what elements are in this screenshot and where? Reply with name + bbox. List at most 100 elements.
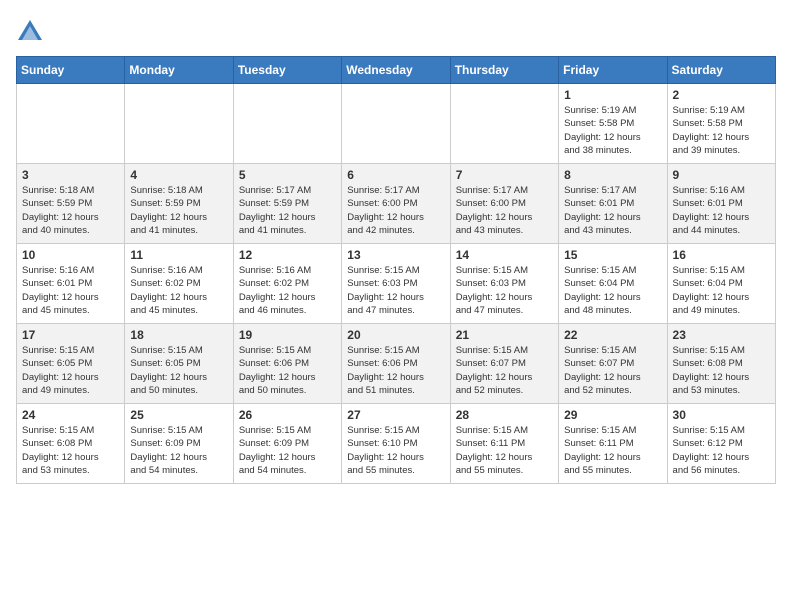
day-number: 10 [22, 248, 119, 262]
calendar-cell: 19 Sunrise: 5:15 AM Sunset: 6:06 PM Dayli… [233, 324, 341, 404]
day-number: 13 [347, 248, 444, 262]
day-info: Sunrise: 5:16 AM Sunset: 6:02 PM Dayligh… [130, 264, 227, 317]
day-info: Sunrise: 5:17 AM Sunset: 6:01 PM Dayligh… [564, 184, 661, 237]
calendar-cell: 20 Sunrise: 5:15 AM Sunset: 6:06 PM Dayli… [342, 324, 450, 404]
calendar-week-5: 24Sunrise: 5:15 AM Sunset: 6:08 PM Dayli… [17, 404, 776, 484]
calendar-cell: 13 Sunrise: 5:15 AM Sunset: 6:03 PM Dayli… [342, 244, 450, 324]
calendar-cell [450, 84, 558, 164]
day-number: 28 [456, 408, 553, 422]
day-info: Sunrise: 5:15 AM Sunset: 6:07 PM Dayligh… [456, 344, 553, 397]
day-info: Sunrise: 5:15 AM Sunset: 6:09 PM Dayligh… [239, 424, 336, 477]
day-number: 26 [239, 408, 336, 422]
day-number: 7 [456, 168, 553, 182]
day-number: 15 [564, 248, 661, 262]
day-info: Sunrise: 5:15 AM Sunset: 6:05 PM Dayligh… [22, 344, 119, 397]
day-info: Sunrise: 5:18 AM Sunset: 5:59 PM Dayligh… [130, 184, 227, 237]
calendar-cell [17, 84, 125, 164]
calendar-cell: 26 Sunrise: 5:15 AM Sunset: 6:09 PM Dayli… [233, 404, 341, 484]
calendar-body: 1 Sunrise: 5:19 AM Sunset: 5:58 PM Daylig… [17, 84, 776, 484]
calendar-week-2: 3Sunrise: 5:18 AM Sunset: 5:59 PM Daylig… [17, 164, 776, 244]
day-number: 24 [22, 408, 119, 422]
day-number: 17 [22, 328, 119, 342]
day-info: Sunrise: 5:15 AM Sunset: 6:03 PM Dayligh… [347, 264, 444, 317]
calendar-cell: 22 Sunrise: 5:15 AM Sunset: 6:07 PM Dayli… [559, 324, 667, 404]
calendar-cell: 15Sunrise: 5:15 AM Sunset: 6:04 PM Dayli… [559, 244, 667, 324]
day-info: Sunrise: 5:15 AM Sunset: 6:11 PM Dayligh… [456, 424, 553, 477]
day-number: 16 [673, 248, 770, 262]
day-info: Sunrise: 5:15 AM Sunset: 6:05 PM Dayligh… [130, 344, 227, 397]
calendar-cell: 23 Sunrise: 5:15 AM Sunset: 6:08 PM Dayli… [667, 324, 775, 404]
calendar-cell: 10 Sunrise: 5:16 AM Sunset: 6:01 PM Dayli… [17, 244, 125, 324]
day-info: Sunrise: 5:15 AM Sunset: 6:08 PM Dayligh… [673, 344, 770, 397]
day-info: Sunrise: 5:16 AM Sunset: 6:01 PM Dayligh… [22, 264, 119, 317]
day-info: Sunrise: 5:15 AM Sunset: 6:03 PM Dayligh… [456, 264, 553, 317]
calendar-cell: 27Sunrise: 5:15 AM Sunset: 6:10 PM Dayli… [342, 404, 450, 484]
day-info: Sunrise: 5:15 AM Sunset: 6:11 PM Dayligh… [564, 424, 661, 477]
calendar-cell: 2 Sunrise: 5:19 AM Sunset: 5:58 PM Daylig… [667, 84, 775, 164]
day-number: 27 [347, 408, 444, 422]
day-info: Sunrise: 5:15 AM Sunset: 6:07 PM Dayligh… [564, 344, 661, 397]
day-info: Sunrise: 5:19 AM Sunset: 5:58 PM Dayligh… [564, 104, 661, 157]
day-number: 8 [564, 168, 661, 182]
day-info: Sunrise: 5:19 AM Sunset: 5:58 PM Dayligh… [673, 104, 770, 157]
calendar-cell: 17 Sunrise: 5:15 AM Sunset: 6:05 PM Dayli… [17, 324, 125, 404]
day-number: 2 [673, 88, 770, 102]
calendar-week-1: 1 Sunrise: 5:19 AM Sunset: 5:58 PM Daylig… [17, 84, 776, 164]
calendar-cell: 9 Sunrise: 5:16 AM Sunset: 6:01 PM Daylig… [667, 164, 775, 244]
calendar-cell [125, 84, 233, 164]
day-info: Sunrise: 5:18 AM Sunset: 5:59 PM Dayligh… [22, 184, 119, 237]
weekday-header-friday: Friday [559, 57, 667, 84]
day-info: Sunrise: 5:15 AM Sunset: 6:09 PM Dayligh… [130, 424, 227, 477]
weekday-header-sunday: Sunday [17, 57, 125, 84]
calendar-cell [342, 84, 450, 164]
day-info: Sunrise: 5:15 AM Sunset: 6:12 PM Dayligh… [673, 424, 770, 477]
calendar-cell: 6 Sunrise: 5:17 AM Sunset: 6:00 PM Daylig… [342, 164, 450, 244]
day-number: 12 [239, 248, 336, 262]
day-info: Sunrise: 5:16 AM Sunset: 6:02 PM Dayligh… [239, 264, 336, 317]
day-number: 30 [673, 408, 770, 422]
day-number: 29 [564, 408, 661, 422]
calendar-cell: 24Sunrise: 5:15 AM Sunset: 6:08 PM Dayli… [17, 404, 125, 484]
day-info: Sunrise: 5:15 AM Sunset: 6:04 PM Dayligh… [673, 264, 770, 317]
weekday-header-tuesday: Tuesday [233, 57, 341, 84]
calendar-cell: 1 Sunrise: 5:19 AM Sunset: 5:58 PM Daylig… [559, 84, 667, 164]
day-info: Sunrise: 5:17 AM Sunset: 6:00 PM Dayligh… [347, 184, 444, 237]
day-number: 22 [564, 328, 661, 342]
calendar-cell: 8 Sunrise: 5:17 AM Sunset: 6:01 PM Daylig… [559, 164, 667, 244]
day-number: 20 [347, 328, 444, 342]
day-number: 6 [347, 168, 444, 182]
day-info: Sunrise: 5:17 AM Sunset: 6:00 PM Dayligh… [456, 184, 553, 237]
day-number: 23 [673, 328, 770, 342]
day-number: 25 [130, 408, 227, 422]
day-number: 9 [673, 168, 770, 182]
day-number: 21 [456, 328, 553, 342]
calendar-cell: 3Sunrise: 5:18 AM Sunset: 5:59 PM Daylig… [17, 164, 125, 244]
calendar-cell: 4Sunrise: 5:18 AM Sunset: 5:59 PM Daylig… [125, 164, 233, 244]
calendar-cell: 30 Sunrise: 5:15 AM Sunset: 6:12 PM Dayli… [667, 404, 775, 484]
day-number: 18 [130, 328, 227, 342]
day-info: Sunrise: 5:15 AM Sunset: 6:06 PM Dayligh… [239, 344, 336, 397]
weekday-header-saturday: Saturday [667, 57, 775, 84]
calendar-cell: 14Sunrise: 5:15 AM Sunset: 6:03 PM Dayli… [450, 244, 558, 324]
day-number: 19 [239, 328, 336, 342]
logo-icon [16, 16, 44, 44]
calendar-cell: 11Sunrise: 5:16 AM Sunset: 6:02 PM Dayli… [125, 244, 233, 324]
calendar-cell [233, 84, 341, 164]
calendar-cell: 29 Sunrise: 5:15 AM Sunset: 6:11 PM Dayli… [559, 404, 667, 484]
calendar-cell: 12 Sunrise: 5:16 AM Sunset: 6:02 PM Dayli… [233, 244, 341, 324]
calendar-cell: 25 Sunrise: 5:15 AM Sunset: 6:09 PM Dayli… [125, 404, 233, 484]
day-number: 5 [239, 168, 336, 182]
day-info: Sunrise: 5:16 AM Sunset: 6:01 PM Dayligh… [673, 184, 770, 237]
calendar-cell: 21 Sunrise: 5:15 AM Sunset: 6:07 PM Dayli… [450, 324, 558, 404]
calendar-week-4: 17 Sunrise: 5:15 AM Sunset: 6:05 PM Dayli… [17, 324, 776, 404]
calendar-cell: 18 Sunrise: 5:15 AM Sunset: 6:05 PM Dayli… [125, 324, 233, 404]
weekday-header-thursday: Thursday [450, 57, 558, 84]
calendar-week-3: 10 Sunrise: 5:16 AM Sunset: 6:01 PM Dayli… [17, 244, 776, 324]
calendar-header: SundayMondayTuesdayWednesdayThursdayFrid… [17, 57, 776, 84]
calendar-cell: 16 Sunrise: 5:15 AM Sunset: 6:04 PM Dayli… [667, 244, 775, 324]
day-number: 1 [564, 88, 661, 102]
weekday-header-row: SundayMondayTuesdayWednesdayThursdayFrid… [17, 57, 776, 84]
logo [16, 16, 48, 44]
day-info: Sunrise: 5:15 AM Sunset: 6:06 PM Dayligh… [347, 344, 444, 397]
calendar-table: SundayMondayTuesdayWednesdayThursdayFrid… [16, 56, 776, 484]
